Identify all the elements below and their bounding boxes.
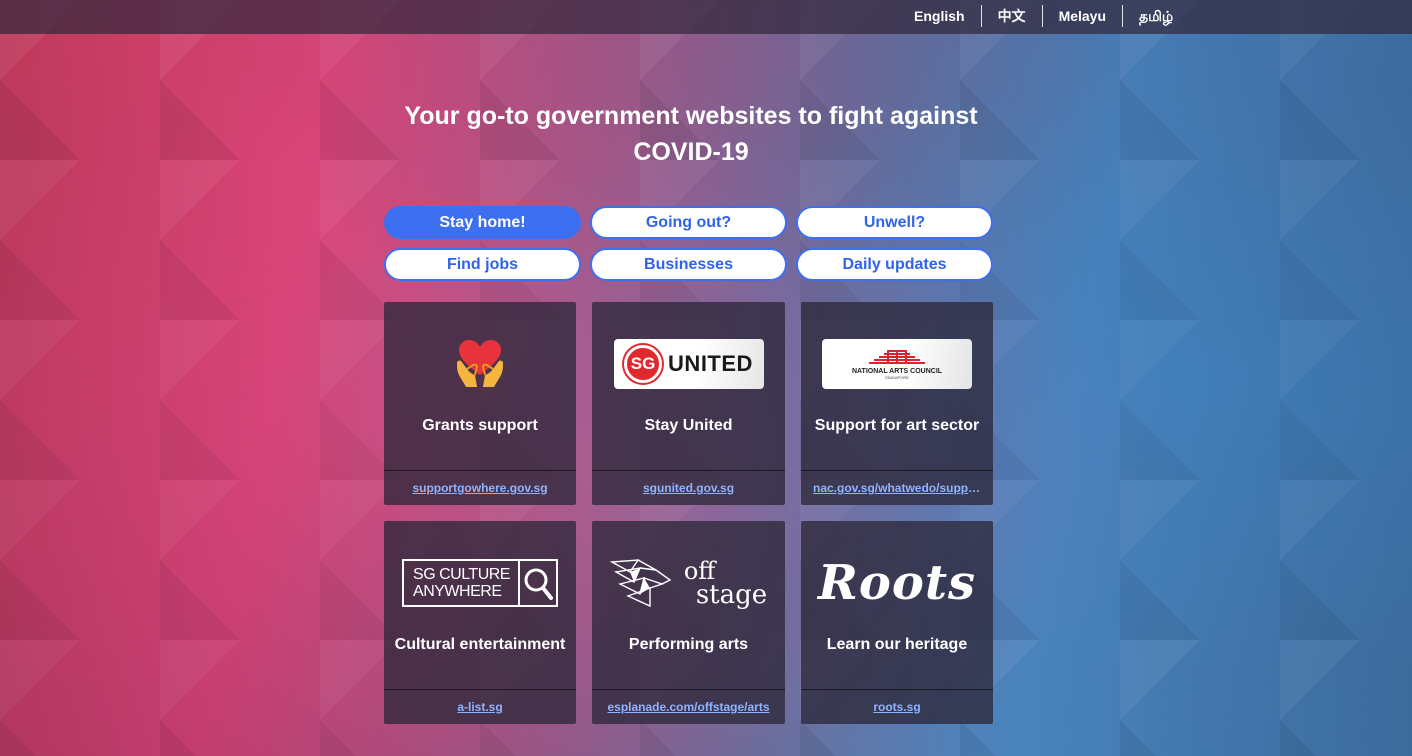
language-english[interactable]: English bbox=[898, 5, 981, 27]
card-title: Learn our heritage bbox=[826, 636, 968, 653]
card-title: Support for art sector bbox=[814, 417, 980, 434]
card-link[interactable]: roots.sg bbox=[801, 689, 993, 724]
card-logo bbox=[384, 332, 576, 396]
card-logo: SG UNITED bbox=[592, 332, 785, 396]
card-title: Performing arts bbox=[628, 636, 749, 653]
card-title: Cultural entertainment bbox=[394, 636, 566, 653]
card-logo: off stage bbox=[592, 551, 785, 615]
nac-logo-subtext: SINGAPORE bbox=[885, 374, 909, 380]
category-pills: Stay home! Going out? Unwell? Find jobs … bbox=[384, 206, 993, 281]
roots-logo: Roots bbox=[817, 555, 977, 611]
card-link[interactable]: esplanade.com/offstage/arts bbox=[592, 689, 785, 724]
heart-hands-icon bbox=[457, 340, 503, 387]
card-learn-heritage[interactable]: Roots Learn our heritage roots.sg bbox=[801, 521, 993, 724]
card-grants-support[interactable]: Grants support supportgowhere.gov.sg bbox=[384, 302, 576, 505]
card-logo: SG CULTURE ANYWHERE bbox=[384, 551, 576, 615]
sg-united-logo-text: UNITED bbox=[668, 351, 753, 376]
card-title: Stay United bbox=[644, 417, 733, 434]
pill-find-jobs[interactable]: Find jobs bbox=[384, 248, 581, 281]
offstage-logo-line-2: stage bbox=[695, 580, 768, 610]
pill-businesses[interactable]: Businesses bbox=[590, 248, 787, 281]
card-link[interactable]: nac.gov.sg/whatwedo/support/covid-19-sup… bbox=[801, 470, 993, 505]
card-logo: Roots bbox=[801, 551, 993, 615]
sgca-logo-line-2: ANYWHERE bbox=[413, 583, 502, 600]
card-link[interactable]: a-list.sg bbox=[384, 689, 576, 724]
pill-unwell[interactable]: Unwell? bbox=[796, 206, 993, 239]
search-icon bbox=[524, 568, 553, 600]
sg-culture-anywhere-logo: SG CULTURE ANYWHERE bbox=[402, 559, 558, 607]
card-cultural-entertainment[interactable]: SG CULTURE ANYWHERE Cultural entertainme… bbox=[384, 521, 576, 724]
card-link[interactable]: supportgowhere.gov.sg bbox=[384, 470, 576, 505]
national-arts-council-logo: NATIONAL ARTS COUNCIL SINGAPORE bbox=[822, 339, 972, 389]
card-support-art-sector[interactable]: NATIONAL ARTS COUNCIL SINGAPORE Support … bbox=[801, 302, 993, 505]
card-logo: NATIONAL ARTS COUNCIL SINGAPORE bbox=[801, 332, 993, 396]
language-tamil[interactable]: தமிழ் bbox=[1122, 5, 1189, 27]
card-stay-united[interactable]: SG UNITED Stay United sgunited.gov.sg bbox=[592, 302, 785, 505]
esplanade-mesh-icon bbox=[609, 559, 672, 608]
sg-united-logo: SG UNITED bbox=[613, 339, 764, 389]
resource-cards: Grants support supportgowhere.gov.sg SG … bbox=[384, 302, 993, 724]
language-list: English 中文 Melayu தமிழ் bbox=[898, 5, 1189, 27]
pill-daily-updates[interactable]: Daily updates bbox=[796, 248, 993, 281]
card-performing-arts[interactable]: off stage Performing arts esplanade.com/… bbox=[592, 521, 785, 724]
nac-emblem-icon bbox=[869, 349, 925, 364]
nac-logo-text: NATIONAL ARTS COUNCIL bbox=[851, 367, 943, 375]
sg-badge: SG bbox=[624, 345, 663, 383]
pill-stay-home[interactable]: Stay home! bbox=[384, 206, 581, 239]
card-title: Grants support bbox=[422, 417, 538, 434]
language-chinese[interactable]: 中文 bbox=[980, 5, 1042, 27]
card-link[interactable]: sgunited.gov.sg bbox=[592, 470, 785, 505]
pill-going-out[interactable]: Going out? bbox=[590, 206, 787, 239]
offstage-logo: off stage bbox=[609, 558, 768, 610]
language-bar: English 中文 Melayu தமிழ் bbox=[0, 0, 1412, 34]
language-malay[interactable]: Melayu bbox=[1041, 5, 1122, 27]
sgca-logo-line-1: SG CULTURE bbox=[413, 566, 510, 583]
page-title: Your go-to government websites to fight … bbox=[404, 102, 978, 166]
